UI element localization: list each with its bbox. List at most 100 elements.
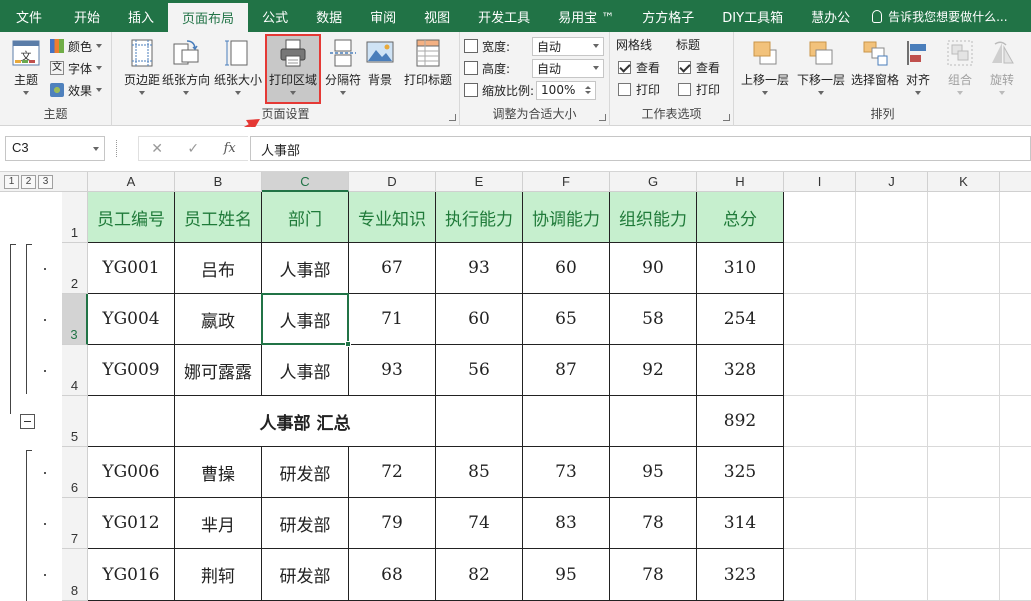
cell-d4[interactable]: 93 [349, 345, 436, 396]
tab-review[interactable]: 审阅 [356, 0, 410, 32]
cell-k4[interactable] [928, 345, 1000, 396]
cell-d3[interactable]: 71 [349, 294, 436, 345]
tab-file[interactable]: 文件 [0, 0, 60, 32]
cell-h4[interactable]: 328 [697, 345, 784, 396]
scale-launcher-icon[interactable] [599, 114, 606, 121]
tell-me-box[interactable]: 告诉我您想要做什么... [864, 0, 1008, 32]
cell-l2[interactable] [1000, 243, 1031, 294]
cell-b6[interactable]: 曹操 [175, 447, 262, 498]
cell-j7[interactable] [856, 498, 928, 549]
tab-home[interactable]: 开始 [60, 0, 114, 32]
selection-pane-button[interactable]: 选择窗格 [846, 36, 904, 100]
cell-a8[interactable]: YG016 [88, 549, 175, 601]
scale-spinner[interactable]: 100% [536, 80, 597, 100]
cell-g7[interactable]: 78 [610, 498, 697, 549]
cell-e1[interactable]: 执行能力 [436, 192, 523, 243]
column-header-j[interactable]: J [856, 172, 928, 192]
cell-f6[interactable]: 73 [523, 447, 610, 498]
cell-g8[interactable]: 78 [610, 549, 697, 601]
cell-g5[interactable] [610, 396, 697, 447]
outline-level-1-button[interactable]: 1 [4, 175, 19, 189]
cell-d8[interactable]: 68 [349, 549, 436, 601]
cell-k8[interactable] [928, 549, 1000, 601]
group-button[interactable]: 组合 [940, 36, 980, 100]
cell-a6[interactable]: YG006 [88, 447, 175, 498]
row-header-5[interactable]: 5 [62, 396, 88, 447]
cell-l4[interactable] [1000, 345, 1031, 396]
cell-i5[interactable] [784, 396, 856, 447]
cell-j4[interactable] [856, 345, 928, 396]
cell-k6[interactable] [928, 447, 1000, 498]
column-header-h[interactable]: H [697, 172, 784, 192]
cell-e4[interactable]: 56 [436, 345, 523, 396]
bring-forward-button[interactable]: 上移一层 [736, 36, 794, 100]
cell-b3[interactable]: 嬴政 [175, 294, 262, 345]
cell-k2[interactable] [928, 243, 1000, 294]
row-header-3[interactable]: 3 [62, 294, 88, 345]
sheet-options-launcher-icon[interactable] [723, 114, 730, 121]
row-header-6[interactable]: 6 [62, 447, 88, 498]
tab-insert[interactable]: 插入 [114, 0, 168, 32]
page-setup-launcher-icon[interactable] [449, 114, 456, 121]
cell-j8[interactable] [856, 549, 928, 601]
cell-a3[interactable]: YG004 [88, 294, 175, 345]
fill-handle[interactable] [345, 341, 351, 347]
print-area-button[interactable]: 打印区域 [265, 36, 321, 100]
row-header-7[interactable]: 7 [62, 498, 88, 549]
column-header-e[interactable]: E [436, 172, 523, 192]
cell-h2[interactable]: 310 [697, 243, 784, 294]
cell-g6[interactable]: 95 [610, 447, 697, 498]
outline-level-3-button[interactable]: 3 [38, 175, 53, 189]
cell-f5[interactable] [523, 396, 610, 447]
cell-l6[interactable] [1000, 447, 1031, 498]
cell-i2[interactable] [784, 243, 856, 294]
cell-l3[interactable] [1000, 294, 1031, 345]
cell-e2[interactable]: 93 [436, 243, 523, 294]
insert-function-icon[interactable]: fx [224, 141, 236, 156]
cell-e6[interactable]: 85 [436, 447, 523, 498]
cell-l1[interactable] [1000, 192, 1031, 243]
enter-icon[interactable]: ✓ [187, 141, 199, 157]
cell-i6[interactable] [784, 447, 856, 498]
cell-g4[interactable]: 92 [610, 345, 697, 396]
cell-c1[interactable]: 部门 [262, 192, 349, 243]
align-button[interactable]: 对齐 [900, 36, 936, 100]
row-header-4[interactable]: 4 [62, 345, 88, 396]
headings-view-checkbox[interactable]: 查看 [678, 57, 720, 77]
cell-b4[interactable]: 娜可露露 [175, 345, 262, 396]
row-header-1[interactable]: 1 [62, 192, 88, 243]
print-titles-button[interactable]: 打印标题 [400, 36, 456, 100]
formula-input[interactable]: 人事部 [250, 136, 1031, 161]
cell-d1[interactable]: 专业知识 [349, 192, 436, 243]
cell-c2[interactable]: 人事部 [262, 243, 349, 294]
cell-i3[interactable] [784, 294, 856, 345]
tab-diy-toolbox[interactable]: DIY工具箱 [708, 0, 797, 32]
row-header-2[interactable]: 2 [62, 243, 88, 294]
cell-h8[interactable]: 323 [697, 549, 784, 601]
cell-c8[interactable]: 研发部 [262, 549, 349, 601]
cell-l7[interactable] [1000, 498, 1031, 549]
cell-f7[interactable]: 83 [523, 498, 610, 549]
cell-l8[interactable] [1000, 549, 1031, 601]
cancel-icon[interactable]: ✕ [151, 141, 163, 157]
tab-formulas[interactable]: 公式 [248, 0, 302, 32]
headings-print-checkbox[interactable]: 打印 [678, 79, 720, 99]
themes-button[interactable]: 文 主题 [0, 36, 52, 100]
active-cell-selection[interactable] [261, 293, 349, 345]
cell-h7[interactable]: 314 [697, 498, 784, 549]
cell-h1[interactable]: 总分 [697, 192, 784, 243]
cell-c4[interactable]: 人事部 [262, 345, 349, 396]
tab-data[interactable]: 数据 [302, 0, 356, 32]
cell-f3[interactable]: 65 [523, 294, 610, 345]
cell-b8[interactable]: 荆轲 [175, 549, 262, 601]
send-backward-button[interactable]: 下移一层 [792, 36, 850, 100]
cell-j2[interactable] [856, 243, 928, 294]
row-header-8[interactable]: 8 [62, 549, 88, 601]
column-header-b[interactable]: B [175, 172, 262, 192]
cell-f8[interactable]: 95 [523, 549, 610, 601]
cell-j3[interactable] [856, 294, 928, 345]
cell-k5[interactable] [928, 396, 1000, 447]
cell-d7[interactable]: 79 [349, 498, 436, 549]
cell-b5[interactable]: 人事部 汇总 [175, 396, 436, 447]
tab-yiyongbao[interactable]: 易用宝 ™ [544, 0, 628, 32]
